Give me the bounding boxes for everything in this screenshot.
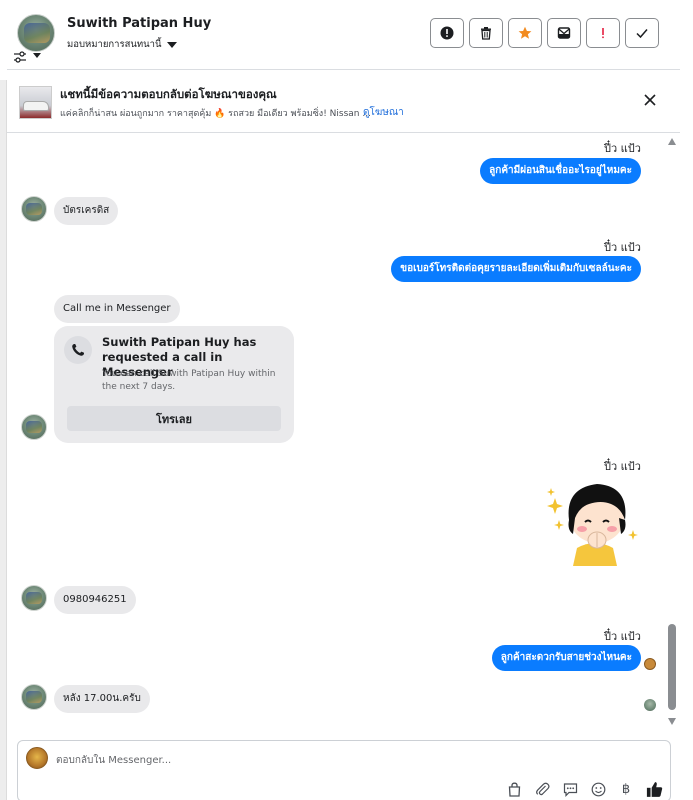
saved-reply-button[interactable] xyxy=(556,779,584,799)
call-now-button[interactable]: โทรเลย xyxy=(67,406,281,431)
mark-unread-icon xyxy=(557,27,571,39)
check-icon xyxy=(636,29,648,39)
incoming-message[interactable]: บัตรเครดิส xyxy=(54,197,119,225)
seen-by-avatar xyxy=(644,658,656,670)
contact-message-avatar xyxy=(21,414,47,440)
contact-name[interactable]: Suwith Patipan Huy xyxy=(67,16,211,31)
star-button[interactable] xyxy=(508,18,542,48)
ad-banner-description: แค่คลิกก็น่าสน ผ่อนถูกมาก ราคาสุดคุ้ม 🔥 … xyxy=(60,109,371,119)
left-panel-edge xyxy=(0,80,7,800)
contact-avatar[interactable] xyxy=(17,14,55,52)
payment-button[interactable]: ฿ xyxy=(612,779,640,799)
ad-thumbnail[interactable] xyxy=(19,86,52,119)
contact-message-avatar xyxy=(21,684,47,710)
outgoing-message[interactable]: ลูกค้ามีผ่อนสินเชื่ออะไรอยู่ไหมคะ xyxy=(480,158,641,184)
star-icon xyxy=(518,26,532,39)
phone-icon xyxy=(72,344,84,356)
assign-conversation-dropdown[interactable]: มอบหมายการสนทนานี้ xyxy=(67,37,177,52)
conversation-toolbar xyxy=(430,18,659,48)
message-sender-label: ปี๋ว แป้ว xyxy=(604,142,641,155)
paperclip-icon xyxy=(535,782,550,795)
bag-icon xyxy=(508,782,520,797)
assign-label: มอบหมายการสนทนานี้ xyxy=(67,39,162,50)
exclamation-icon xyxy=(602,28,604,39)
reply-input[interactable] xyxy=(56,750,616,770)
composer-toolbar: ฿ xyxy=(500,779,668,799)
emoji-icon xyxy=(591,782,605,796)
incoming-message[interactable]: Call me in Messenger xyxy=(54,295,180,323)
outgoing-message[interactable]: ลูกค้าสะดวกรับสายช่วงไหนคะ xyxy=(491,645,641,671)
message-scrollbar[interactable] xyxy=(667,136,677,730)
ad-reply-banner: แชทนี้มีข้อความตอบกลับต่อโฆษณาของคุณ แค่… xyxy=(7,71,680,133)
scroll-down-arrow-icon[interactable] xyxy=(668,718,676,725)
shop-button[interactable] xyxy=(500,779,528,799)
chat-reply-icon xyxy=(563,782,577,797)
mark-done-button[interactable] xyxy=(625,18,659,48)
message-sender-label: ปี๋ว แป้ว xyxy=(604,460,641,473)
reply-composer: ฿ xyxy=(17,740,671,800)
outgoing-message[interactable]: ขอเบอร์โทรติดต่อคุยรายละเอียดเพิ่มเติมกั… xyxy=(391,256,641,282)
mark-unread-button[interactable] xyxy=(547,18,581,48)
trash-icon xyxy=(481,27,491,40)
page-avatar xyxy=(26,747,48,769)
message-sender-label: ปี๋ว แป้ว xyxy=(604,241,641,254)
scroll-up-arrow-icon[interactable] xyxy=(668,138,676,145)
attach-button[interactable] xyxy=(528,779,556,799)
message-sender-label: ปี๋ว แป้ว xyxy=(604,630,641,643)
sticker-girl-clapping-image[interactable] xyxy=(545,478,641,568)
close-icon[interactable] xyxy=(643,93,657,107)
conversation-header: Suwith Patipan Huy มอบหมายการสนทนานี้ xyxy=(7,0,680,70)
ad-banner-title: แชทนี้มีข้อความตอบกลับต่อโฆษณาของคุณ xyxy=(60,87,277,101)
scrollbar-thumb[interactable] xyxy=(668,624,676,710)
baht-icon: ฿ xyxy=(621,781,631,797)
view-ad-link[interactable]: ดูโฆษณา xyxy=(363,105,404,120)
like-button[interactable] xyxy=(640,779,668,799)
thumbs-up-icon xyxy=(646,781,662,797)
delete-button[interactable] xyxy=(469,18,503,48)
incoming-message[interactable]: 0980946251 xyxy=(54,586,136,614)
contact-message-avatar xyxy=(21,196,47,222)
call-icon-circle xyxy=(64,336,92,364)
emoji-button[interactable] xyxy=(584,779,612,799)
mark-spam-button[interactable] xyxy=(430,18,464,48)
contact-message-avatar xyxy=(21,585,47,611)
chevron-down-icon xyxy=(166,41,177,48)
filter-sliders-icon[interactable] xyxy=(13,51,27,63)
call-request-card: Suwith Patipan Huy has requested a call … xyxy=(54,326,294,443)
filter-dropdown-caret-icon[interactable] xyxy=(33,53,41,58)
incoming-message[interactable]: หลัง 17.00น.ครับ xyxy=(54,685,150,713)
call-request-subtitle: You can call Suwith Patipan Huy within t… xyxy=(102,369,276,392)
important-button[interactable] xyxy=(586,18,620,48)
read-receipt-avatar xyxy=(644,699,656,711)
alert-circle-icon xyxy=(440,26,454,40)
